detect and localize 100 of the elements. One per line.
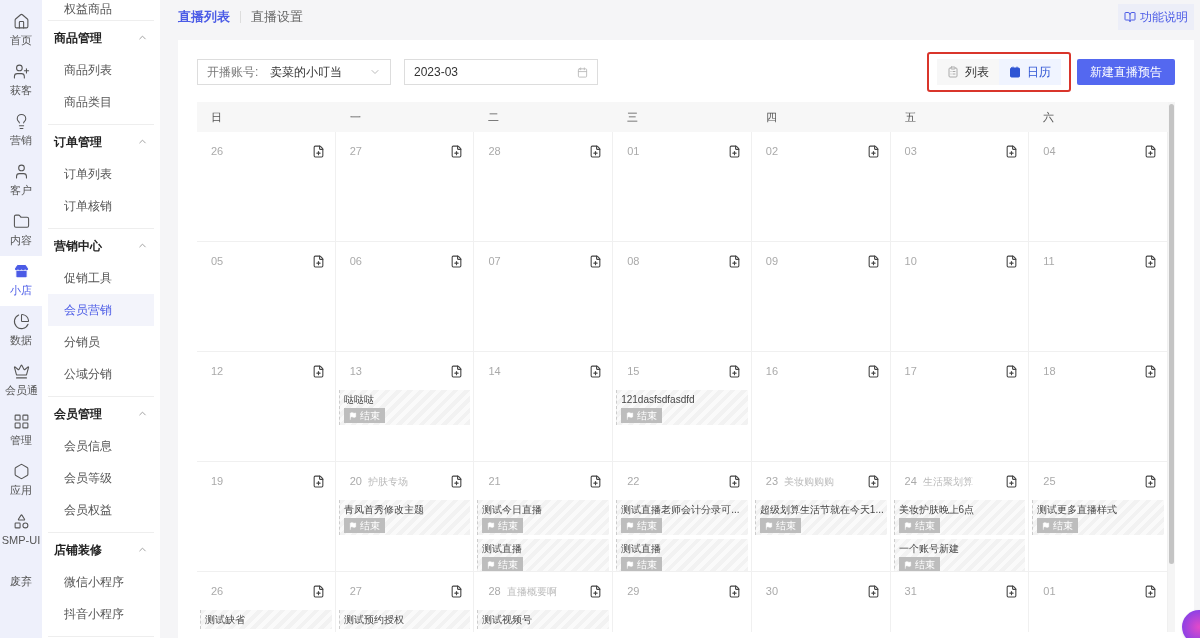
add-file-icon[interactable] [311,144,325,158]
add-file-icon[interactable] [727,144,741,158]
nav-item[interactable]: 抖音小程序 [48,598,154,630]
add-file-icon[interactable] [450,144,464,158]
event-card[interactable]: 测试预约授权 [338,610,471,629]
nav-item[interactable]: 会员权益 [48,494,154,526]
add-file-icon[interactable] [589,144,603,158]
add-file-icon[interactable] [727,254,741,268]
crown-icon [12,363,30,381]
rail-item[interactable]: 数据 [0,306,42,356]
nav-group-header[interactable]: 店铺装修 [48,533,154,566]
nav-item[interactable]: 订单列表 [48,158,154,190]
date-number: 27 [349,583,362,599]
rail-item[interactable]: 内容 [0,206,42,256]
flag-icon [487,521,496,530]
month-value: 2023-03 [414,64,459,81]
rail-item[interactable]: SMP-UI [0,506,42,556]
add-file-icon[interactable] [866,144,880,158]
nav-group-header[interactable]: 商品管理 [48,21,154,54]
add-file-icon[interactable] [1005,144,1019,158]
add-file-icon[interactable] [727,364,741,378]
help-button[interactable]: 功能说明 [1118,4,1194,30]
add-file-icon[interactable] [311,254,325,268]
date-number: 11 [1043,253,1055,269]
nav-item[interactable]: 权益商品 [48,0,154,18]
add-file-icon[interactable] [1144,584,1157,598]
date-note: 生活聚划算 [922,474,973,489]
nav-group-header[interactable]: 会员管理 [48,397,154,430]
add-file-icon[interactable] [1144,254,1157,268]
rail-item[interactable]: 会员通 [0,356,42,406]
add-file-icon[interactable] [1005,584,1019,598]
add-file-icon[interactable] [866,364,880,378]
add-file-icon[interactable] [311,364,325,378]
nav-item[interactable]: 微信小程序 [48,566,154,598]
add-file-icon[interactable] [727,474,741,488]
nav-item[interactable]: 商品类目 [48,86,154,118]
rail-item[interactable]: 营销 [0,106,42,156]
list-icon [947,66,959,78]
event-card[interactable]: 测试缺省 [200,610,332,629]
create-button[interactable]: 新建直播预告 [1077,59,1175,85]
event-card[interactable]: 测试视频号 [477,610,610,629]
nav-group-header[interactable]: 营销中心 [48,229,154,262]
pie-chart-icon [12,313,30,331]
add-file-icon[interactable] [589,364,603,378]
nav-item[interactable]: 会员信息 [48,430,154,462]
nav-item[interactable]: 会员等级 [48,462,154,494]
nav-item[interactable]: 公域分销 [48,358,154,390]
add-file-icon[interactable] [1005,254,1019,268]
date-number: 31 [904,583,917,599]
add-file-icon[interactable] [866,584,880,598]
rail-item[interactable]: 废弃 [0,556,42,606]
rail-item[interactable]: 小店 [0,256,42,306]
add-file-icon[interactable] [450,364,464,378]
event-title: 测试预约授权 [343,613,404,627]
add-file-icon[interactable] [450,254,464,268]
user-plus-icon [12,63,30,81]
hexagon-icon [12,463,30,481]
add-file-icon[interactable] [1005,474,1019,488]
rail-item[interactable]: 客户 [0,156,42,206]
flag-icon [764,521,773,530]
add-file-icon[interactable] [727,584,741,598]
rail-item[interactable]: 应用 [0,456,42,506]
account-select[interactable]: 开播账号: 卖菜的小叮当 [197,59,391,85]
view-toggle-option[interactable]: 日历 [999,59,1061,85]
add-file-icon[interactable] [1005,364,1019,378]
add-file-icon[interactable] [589,584,603,598]
add-file-icon[interactable] [1144,474,1157,488]
flag-icon [348,521,357,530]
rail-item[interactable]: 获客 [0,56,42,106]
rail-item[interactable]: 首页 [0,6,42,56]
tab[interactable]: 直播设置 [251,7,303,27]
date-number: 12 [211,363,224,379]
add-file-icon[interactable] [589,254,603,268]
add-file-icon[interactable] [450,474,464,488]
date-number: 20 [349,473,362,489]
add-file-icon[interactable] [311,474,325,488]
nav-item[interactable]: 订单核销 [48,190,154,222]
view-toggle-option[interactable]: 列表 [937,59,999,85]
add-file-icon[interactable] [450,584,464,598]
add-file-icon[interactable] [311,584,325,598]
add-file-icon[interactable] [1144,144,1157,158]
nav-item[interactable]: 会员营销 [48,294,154,326]
nav-item[interactable]: 商品列表 [48,54,154,86]
weekday-header: 二 [487,109,501,125]
nav-item[interactable]: 分销员 [48,326,154,358]
add-file-icon[interactable] [866,254,880,268]
add-file-icon[interactable] [589,474,603,488]
event-title: 超级划算生活节就在今天1... [759,503,884,517]
date-number: 16 [765,363,779,379]
month-field[interactable]: 2023-03 [404,59,598,85]
flag-icon [626,560,635,569]
nav-item[interactable]: 促销工具 [48,262,154,294]
add-file-icon[interactable] [866,474,880,488]
weekday-header: 五 [903,109,917,125]
nav-group-header[interactable]: 订单管理 [48,125,154,158]
scrollbar-thumb[interactable] [1169,104,1174,564]
add-file-icon[interactable] [1144,364,1157,378]
tab[interactable]: 直播列表 [178,7,230,27]
rail-item[interactable]: 管理 [0,406,42,456]
account-label: 开播账号: [207,64,259,81]
